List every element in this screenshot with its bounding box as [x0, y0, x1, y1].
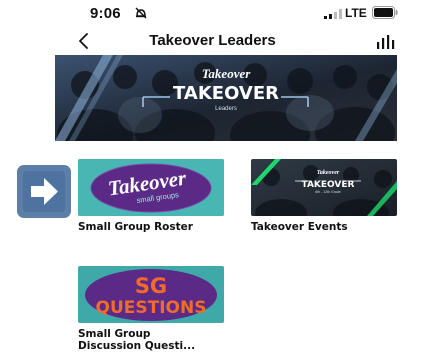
hero-script-text: Takeover	[202, 66, 252, 81]
nav-bar: Takeover Leaders	[0, 28, 425, 54]
events-image-subtitle: 6th - 12th Grade	[315, 190, 341, 194]
sg-image-line2: QUESTIONS	[96, 298, 207, 318]
status-bar: 9:06 LTE	[0, 0, 425, 30]
events-image-script: Takeover	[317, 170, 340, 176]
network-type: LTE	[345, 6, 367, 20]
small-group-roster-image: Takeover small groups	[78, 159, 224, 216]
tile-small-group-roster[interactable]: Takeover small groups Small Group Roster	[78, 159, 224, 233]
hero-banner[interactable]: Takeover TAKEOVER Leaders	[55, 55, 397, 141]
takeover-events-image: Takeover TAKEOVER 6th - 12th Grade	[251, 159, 397, 216]
sg-image-line1: SG	[135, 274, 167, 298]
hero-banner-image: Takeover TAKEOVER Leaders	[55, 55, 397, 141]
next-arrow-button[interactable]	[17, 165, 71, 218]
tile-takeover-events[interactable]: Takeover TAKEOVER 6th - 12th Grade Takeo…	[251, 159, 397, 233]
events-image-title: TAKEOVER	[302, 180, 355, 190]
page-title: Takeover Leaders	[149, 32, 276, 49]
battery-icon	[372, 6, 398, 19]
bar-chart-icon[interactable]	[375, 33, 397, 51]
tile-label: Small Group Roster	[78, 221, 193, 233]
arrow-right-icon	[23, 171, 65, 212]
status-time: 9:06	[90, 5, 121, 22]
tile-sg-discussion-questions[interactable]: SG QUESTIONS Small Group Discussion Ques…	[78, 266, 224, 352]
do-not-disturb-icon	[135, 7, 147, 19]
hero-title: TAKEOVER	[173, 83, 279, 104]
hero-subtitle: Leaders	[215, 106, 237, 112]
signal-icon	[324, 9, 342, 19]
tile-label: Takeover Events	[251, 221, 348, 233]
tile-label: Small Group Discussion Questi...	[78, 328, 196, 352]
sg-questions-image: SG QUESTIONS	[78, 266, 224, 323]
